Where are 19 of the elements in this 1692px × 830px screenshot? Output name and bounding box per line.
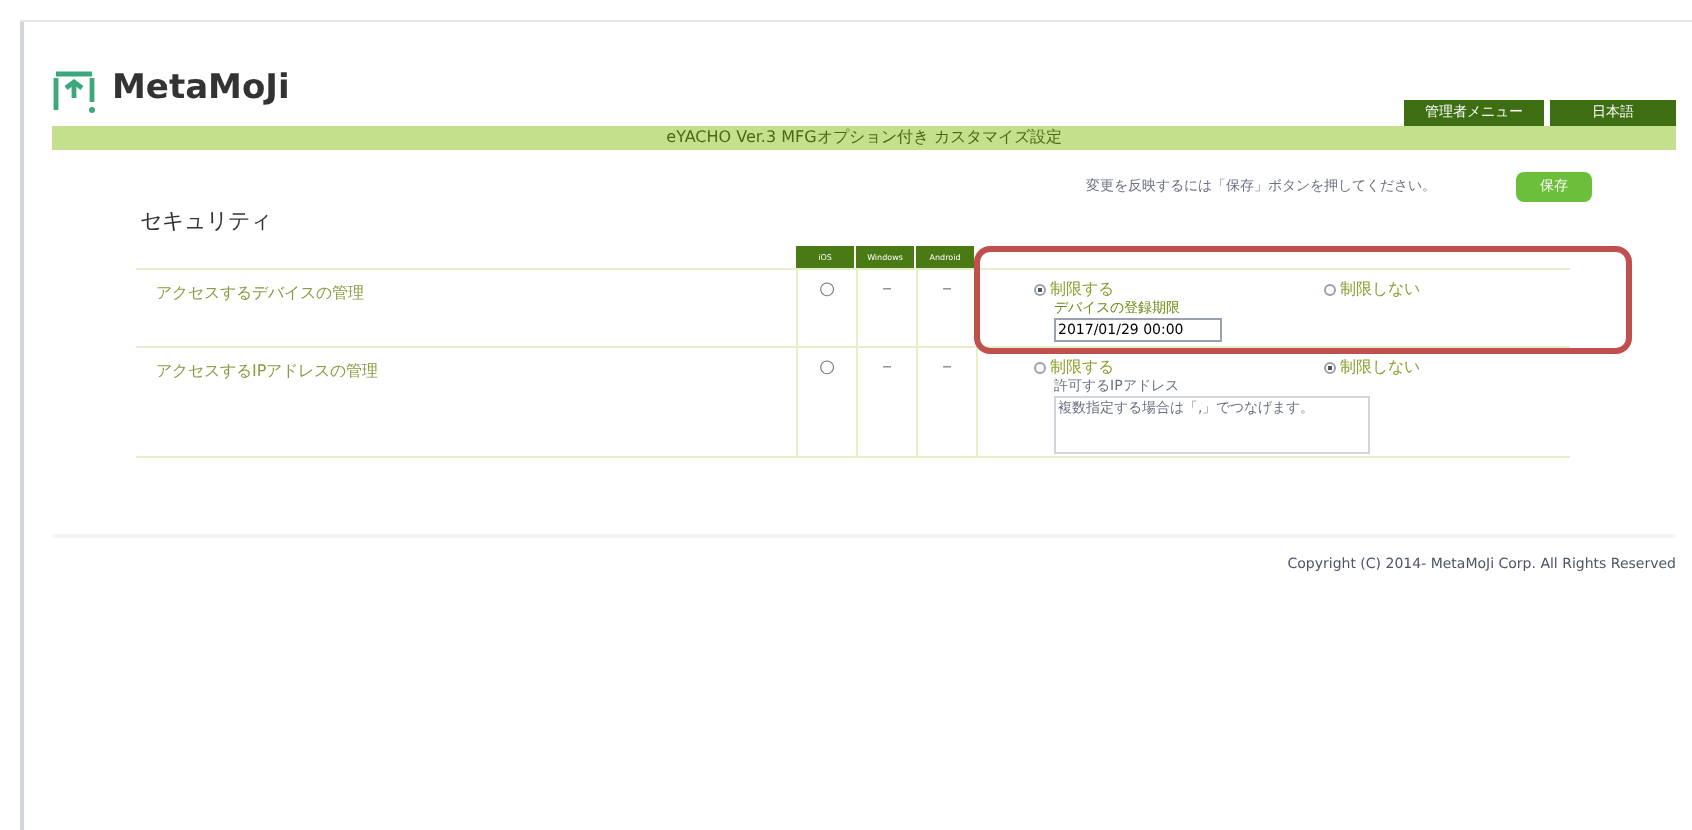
section-title: セキュリティ xyxy=(140,206,274,238)
table-cell: － xyxy=(938,279,956,299)
logo-text: MetaMoJi xyxy=(112,66,290,112)
radio-icon[interactable] xyxy=(1034,361,1046,373)
radio-option[interactable]: 制限する xyxy=(1034,357,1324,377)
radio-option[interactable]: 制限しない xyxy=(1324,357,1420,377)
title-bar: eYACHO Ver.3 MFGオプション付き カスタマイズ設定 xyxy=(52,126,1676,150)
radio-icon[interactable] xyxy=(1324,361,1336,373)
radio-icon[interactable] xyxy=(1034,283,1046,295)
table-cell: ○ xyxy=(819,357,835,377)
radio-option[interactable]: 制限する xyxy=(1034,279,1324,299)
table-cell: － xyxy=(938,357,956,377)
table-cell: ○ xyxy=(819,279,835,299)
setting-label: アクセスするデバイスの管理 xyxy=(156,283,364,301)
table-cell: － xyxy=(878,279,896,299)
table-cell: － xyxy=(878,357,896,377)
radio-option[interactable]: 制限しない xyxy=(1324,279,1420,299)
radio-icon[interactable] xyxy=(1324,283,1336,295)
setting-label: アクセスするIPアドレスの管理 xyxy=(156,361,379,379)
